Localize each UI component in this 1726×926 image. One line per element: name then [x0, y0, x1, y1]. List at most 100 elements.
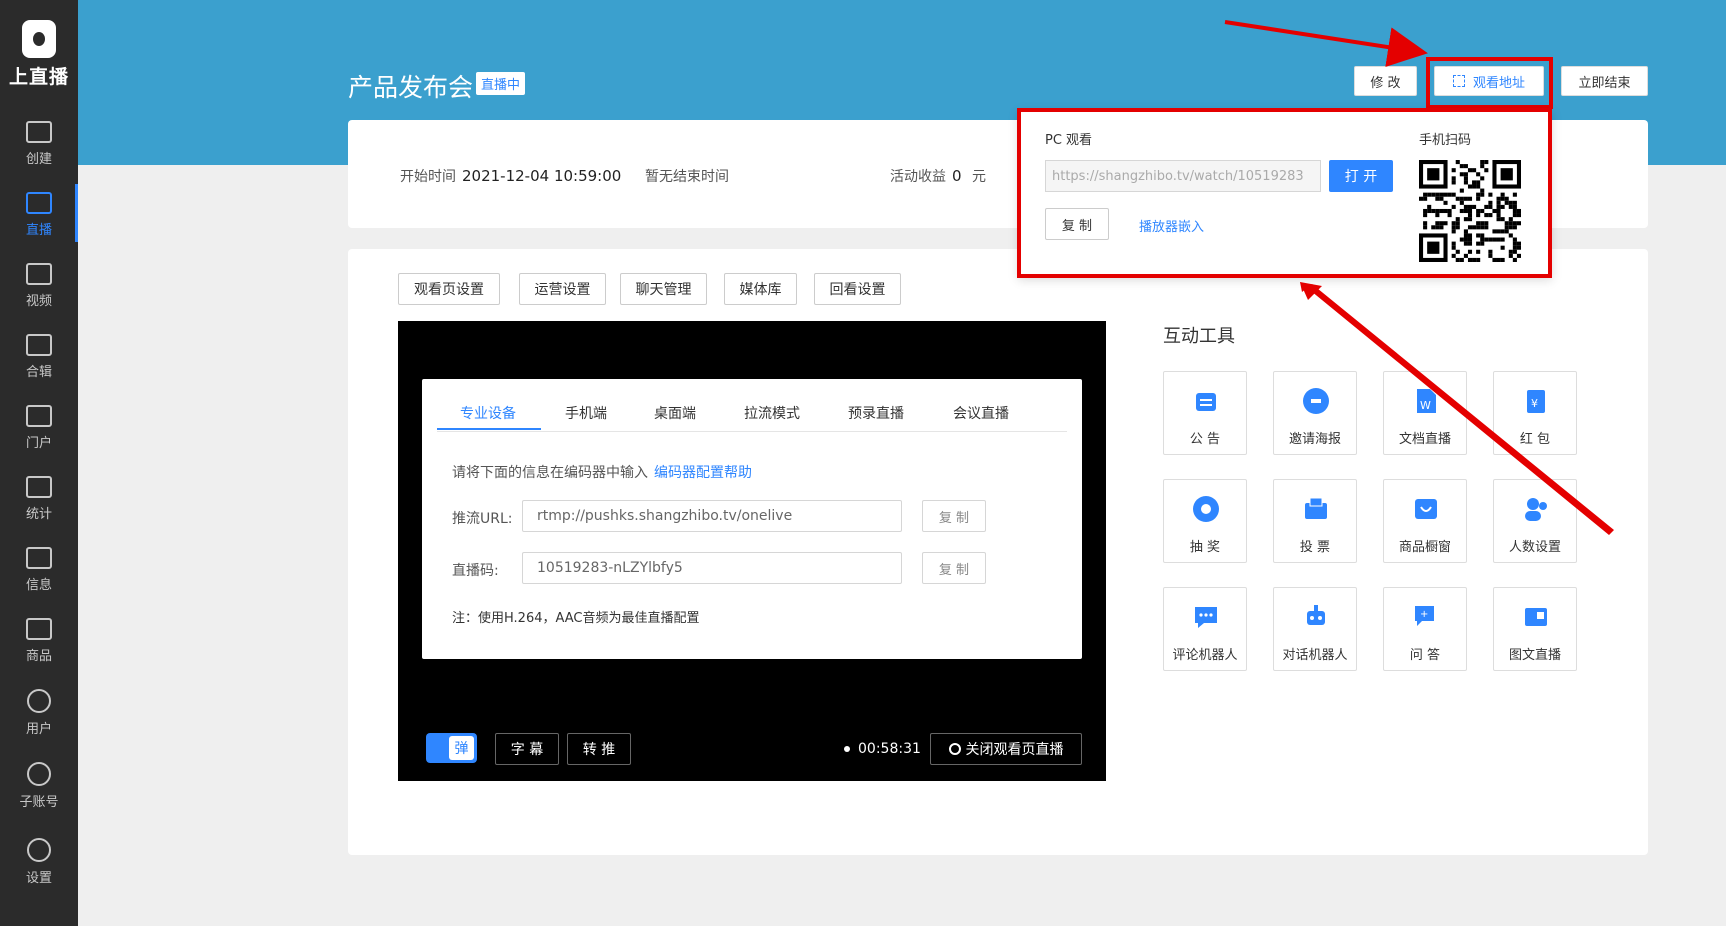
- page-title: 产品发布会: [348, 73, 474, 102]
- plus-square-icon: [26, 121, 52, 143]
- tool-label: 商品橱窗: [1398, 540, 1451, 555]
- stream-tab-meeting[interactable]: 会议直播: [953, 403, 1009, 423]
- tool-label: 抽 奖: [1189, 540, 1221, 555]
- sidebar-item-goods[interactable]: 商品: [0, 618, 78, 664]
- start-time: 开始时间 2021-12-04 10:59:00: [400, 167, 622, 185]
- revenue: 活动收益 0 元: [890, 167, 986, 185]
- svg-text:¥: ¥: [1531, 397, 1538, 410]
- tool-label: 图文直播: [1508, 648, 1561, 663]
- tool-card-4[interactable]: ¥ 红 包: [1493, 371, 1577, 455]
- shopping-bag-icon: [26, 618, 52, 640]
- tool-label: 评论机器人: [1172, 648, 1238, 663]
- subtitle-button[interactable]: 字 幕: [495, 733, 559, 765]
- danmu-toggle-knob[interactable]: 弹: [449, 736, 474, 760]
- tab-operation-settings[interactable]: 运营设置: [519, 273, 606, 305]
- active-tab-underline: [437, 428, 541, 430]
- stream-tab-desktop[interactable]: 桌面端: [654, 403, 696, 423]
- tool-label: 红 包: [1519, 432, 1551, 447]
- tool-card-1[interactable]: 公 告: [1163, 371, 1247, 455]
- push-url-field[interactable]: rtmp://pushks.shangzhibo.tv/onelive: [522, 500, 902, 532]
- sidebar-item-info[interactable]: 信息: [0, 547, 78, 593]
- close-watch-page-button[interactable]: 关闭观看页直播: [930, 733, 1082, 765]
- tool-card-6[interactable]: 投 票: [1273, 479, 1357, 563]
- tool-card-5[interactable]: 抽 奖: [1163, 479, 1247, 563]
- tool-label: 对话机器人: [1282, 648, 1348, 663]
- annotation-box-popup: [1017, 108, 1552, 278]
- tool-card-8[interactable]: 人数设置: [1493, 479, 1577, 563]
- power-icon: [948, 743, 961, 755]
- copy-push-url-button[interactable]: 复 制: [922, 500, 986, 532]
- announcement-icon: [1196, 393, 1216, 411]
- sidebar-item-users[interactable]: 用户: [0, 689, 78, 737]
- stream-tab-prerecorded[interactable]: 预录直播: [848, 403, 904, 423]
- sidebar-item-subaccount[interactable]: 子账号: [0, 762, 78, 810]
- tool-card-12[interactable]: 图文直播: [1493, 587, 1577, 671]
- edit-button[interactable]: 修 改: [1354, 66, 1417, 96]
- stream-code-label: 直播码:: [452, 563, 499, 579]
- line-chart-icon: [26, 476, 52, 498]
- end-time: 暂无结束时间: [645, 169, 729, 185]
- people-icon: [1525, 498, 1547, 521]
- tool-label: 公 告: [1189, 432, 1221, 447]
- tool-label: 人数设置: [1508, 540, 1561, 555]
- robot-icon: [1307, 605, 1325, 625]
- stream-tab-pull-mode[interactable]: 拉流模式: [744, 403, 800, 423]
- tools-title: 互动工具: [1163, 326, 1235, 347]
- stream-tab-mobile[interactable]: 手机端: [565, 403, 607, 423]
- stream-code-field[interactable]: 10519283-nLZYlbfy5: [522, 552, 902, 584]
- logo-text: 上直播: [8, 66, 69, 88]
- tool-card-3[interactable]: W 文档直播: [1383, 371, 1467, 455]
- status-badge: 直播中: [476, 72, 526, 95]
- red-packet-icon: ¥: [1527, 390, 1545, 413]
- svg-text:+: +: [1420, 609, 1428, 620]
- image-text-icon: [1525, 608, 1547, 626]
- word-doc-icon: W: [1417, 389, 1436, 413]
- invite-icon: [1303, 388, 1329, 414]
- tab-media-library[interactable]: 媒体库: [724, 273, 797, 305]
- vote-icon: [1305, 497, 1327, 519]
- sidebar-item-settings[interactable]: 设置: [0, 838, 78, 886]
- live-timer: 00:58:31: [844, 741, 921, 757]
- qa-icon: +: [1415, 606, 1434, 626]
- tool-label: 邀请海报: [1288, 432, 1341, 447]
- relay-button[interactable]: 转 推: [567, 733, 631, 765]
- sidebar-item-collection[interactable]: 合辑: [0, 334, 78, 380]
- copy-stream-code-button[interactable]: 复 制: [922, 552, 986, 584]
- users-icon: [27, 762, 51, 786]
- mail-icon: [26, 547, 52, 569]
- encoder-help-link[interactable]: 编码器配置帮助: [654, 465, 752, 481]
- logo-icon: [22, 20, 56, 58]
- grid-box-icon: [26, 405, 52, 427]
- annotation-box-watch-button: [1426, 57, 1553, 109]
- sidebar-item-live[interactable]: 直播: [0, 184, 78, 242]
- user-icon: [27, 689, 51, 713]
- tool-label: 投 票: [1299, 540, 1331, 555]
- film-icon: [26, 263, 52, 285]
- tab-chat-management[interactable]: 聊天管理: [620, 273, 707, 305]
- shop-window-icon: [1415, 499, 1437, 519]
- logo[interactable]: 上直播: [0, 20, 78, 89]
- tab-divider: [437, 431, 1067, 432]
- wallet-icon: [26, 334, 52, 356]
- lottery-wheel-icon: [1193, 496, 1219, 522]
- play-screen-icon: [26, 192, 52, 214]
- sidebar-item-stats[interactable]: 统计: [0, 476, 78, 522]
- end-now-button[interactable]: 立即结束: [1561, 66, 1648, 96]
- tool-card-2[interactable]: 邀请海报: [1273, 371, 1357, 455]
- tool-card-7[interactable]: 商品橱窗: [1383, 479, 1467, 563]
- comment-bot-icon: [1195, 607, 1217, 628]
- sidebar-item-video[interactable]: 视频: [0, 263, 78, 309]
- tool-card-10[interactable]: 对话机器人: [1273, 587, 1357, 671]
- tool-card-11[interactable]: + 问 答: [1383, 587, 1467, 671]
- tab-watch-page-settings[interactable]: 观看页设置: [398, 273, 500, 305]
- tool-label: 文档直播: [1398, 432, 1451, 447]
- svg-text:W: W: [1420, 399, 1431, 412]
- push-url-label: 推流URL:: [452, 511, 513, 527]
- stream-tab-pro-device[interactable]: 专业设备: [460, 403, 516, 423]
- tool-card-9[interactable]: 评论机器人: [1163, 587, 1247, 671]
- config-note: 注：使用H.264，AAC音频为最佳直播配置: [452, 611, 700, 626]
- sidebar-item-portal[interactable]: 门户: [0, 405, 78, 451]
- sidebar-item-create[interactable]: 创建: [0, 121, 78, 167]
- tab-replay-settings[interactable]: 回看设置: [814, 273, 901, 305]
- encoder-hint: 请将下面的信息在编码器中输入 编码器配置帮助: [452, 465, 752, 481]
